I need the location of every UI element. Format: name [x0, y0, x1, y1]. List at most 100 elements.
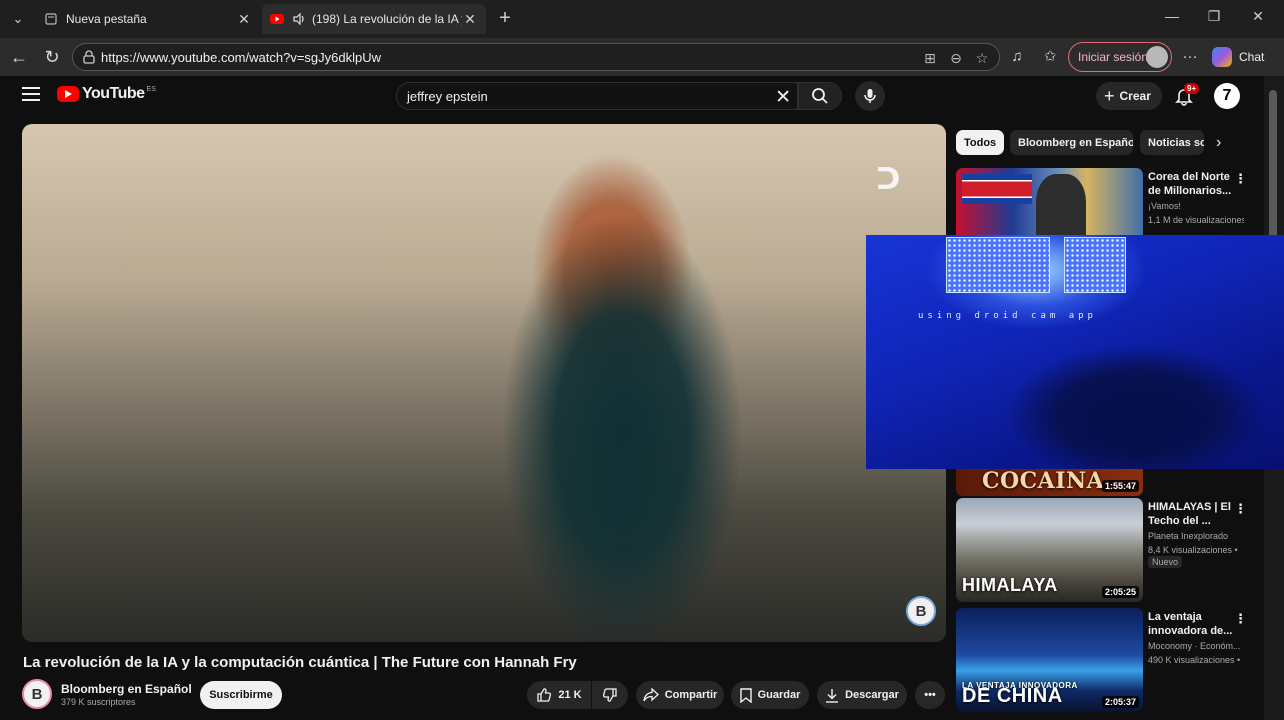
subscriber-count: 379 K suscriptores	[61, 697, 136, 707]
back-arrow-icon[interactable]: ←	[8, 46, 30, 68]
browser-toolbar: ← ↻ https://www.youtube.com/watch?v=sgJy…	[0, 38, 1284, 76]
site-info-icon[interactable]	[81, 49, 97, 65]
tab-close-icon[interactable]: ✕	[462, 11, 478, 28]
rec-channel: Planeta Inexplorado	[1148, 531, 1229, 541]
media-control-icon[interactable]: ♫	[1006, 47, 1028, 67]
share-label: Compartir	[664, 689, 718, 701]
url-text: https://www.youtube.com/watch?v=sgJy6dkl…	[101, 50, 381, 65]
channel-avatar[interactable]: B	[22, 679, 52, 709]
download-icon	[826, 688, 839, 703]
logo-country: ES	[146, 86, 156, 93]
favorite-star-icon[interactable]: ☆	[973, 49, 991, 67]
rec-title[interactable]: Corea del Norte de Millonarios...	[1148, 170, 1238, 198]
zoom-icon[interactable]: ⊖	[947, 49, 965, 67]
overlay-caption: using droid cam app	[918, 311, 1097, 321]
account-avatar[interactable]: 7	[1214, 83, 1240, 109]
channel-name[interactable]: Bloomberg en Español	[61, 682, 192, 696]
close-window-icon[interactable]: ✕	[1246, 8, 1270, 25]
tab-actions-menu-icon[interactable]: ⌄	[6, 8, 30, 30]
logo-text: YouTube	[82, 85, 145, 102]
tab-youtube-video[interactable]: (198) La revolución de la IA y ✕	[262, 4, 486, 34]
copilot-icon	[1212, 47, 1232, 67]
rec-title[interactable]: HIMALAYAS | El Techo del ...	[1148, 500, 1238, 528]
profile-avatar-icon	[1146, 46, 1168, 68]
more-options-icon[interactable]: ···	[1179, 47, 1201, 67]
channel-watermark-button[interactable]: B	[906, 596, 936, 626]
search-button[interactable]	[798, 82, 842, 110]
rec-menu-icon[interactable]: ⋮	[1234, 501, 1247, 517]
page-icon	[44, 12, 58, 26]
search-query: jeffrey epstein	[407, 89, 488, 104]
brand-watermark-icon: ᑐ	[876, 163, 901, 196]
favorites-icon[interactable]: ✩	[1039, 47, 1061, 67]
tab-close-icon[interactable]: ✕	[236, 11, 252, 28]
subscribe-button[interactable]: Suscribirme	[200, 681, 282, 709]
thumbs-up-icon	[537, 688, 552, 702]
thumbnail-text: DE CHINA	[962, 685, 1063, 707]
rec-channel: ¡Vamos!	[1148, 201, 1181, 211]
tab-title: Nueva pestaña	[66, 12, 147, 26]
thumbs-down-icon	[602, 688, 617, 702]
more-horizontal-icon: •••	[924, 689, 936, 701]
create-label: Crear	[1119, 89, 1151, 103]
rec-views: 1,1 M de visualizaciones	[1148, 215, 1244, 225]
rec-channel: Moconomy · Económ...	[1148, 641, 1241, 651]
thumbnail-text: COCAINA	[982, 468, 1105, 494]
restore-icon[interactable]: ❐	[1202, 8, 1226, 25]
sign-in-button[interactable]: Iniciar sesión	[1068, 42, 1172, 72]
create-button[interactable]: + Crear	[1096, 82, 1162, 110]
webcam-overlay[interactable]: using droid cam app	[866, 235, 1284, 469]
sign-in-label: Iniciar sesión	[1078, 50, 1149, 64]
video-player[interactable]: ᑐ B	[22, 124, 946, 642]
led-panel	[946, 237, 1050, 293]
video-thumbnail[interactable]: LA VENTAJA INNOVADORA DE CHINA 2:05:37	[956, 608, 1143, 712]
download-button[interactable]: Descargar	[817, 681, 907, 709]
dislike-button[interactable]	[592, 681, 628, 709]
app-available-icon[interactable]: ⊞	[921, 49, 939, 67]
tab-title: (198) La revolución de la IA y	[312, 12, 462, 26]
browser-tab-bar: ⌄ Nueva pestaña ✕ (198) La revolución de…	[0, 0, 1284, 38]
bookmark-icon	[739, 687, 752, 703]
new-tab-button[interactable]: +	[494, 7, 516, 31]
video-thumbnail[interactable]: COCAINA 1:55:47	[956, 468, 1143, 496]
thumbnail-text: HIMALAYA	[962, 575, 1058, 595]
speaker-icon[interactable]	[292, 12, 306, 26]
search-input[interactable]: jeffrey epstein ✕	[396, 82, 798, 110]
save-button[interactable]: Guardar	[731, 681, 809, 709]
like-button[interactable]: 21 K	[527, 681, 591, 709]
search-icon	[812, 88, 828, 104]
minimize-icon[interactable]: —	[1160, 8, 1184, 24]
notification-count-badge: 9+	[1184, 83, 1200, 94]
download-label: Descargar	[845, 689, 899, 701]
youtube-logo[interactable]: YouTube ES	[57, 85, 156, 103]
rec-menu-icon[interactable]: ⋮	[1234, 171, 1247, 187]
duration-badge: 2:05:25	[1101, 586, 1139, 598]
chevron-right-icon[interactable]: ›	[1216, 134, 1221, 152]
share-button[interactable]: Compartir	[636, 681, 724, 709]
rec-menu-icon[interactable]: ⋮	[1234, 611, 1247, 627]
list-item[interactable]: HIMALAYA 2:05:25 HIMALAYAS | El Techo de…	[956, 498, 1256, 602]
video-thumbnail[interactable]: HIMALAYA 2:05:25	[956, 498, 1143, 602]
voice-search-button[interactable]	[855, 81, 885, 111]
tab-new-tab[interactable]: Nueva pestaña ✕	[36, 4, 260, 34]
copilot-chat-button[interactable]: Chat	[1208, 43, 1274, 71]
chip-channel[interactable]: Bloomberg en Español	[1010, 130, 1133, 155]
rec-title[interactable]: La ventaja innovadora de...	[1148, 610, 1238, 638]
reload-icon[interactable]: ↻	[41, 46, 63, 68]
list-item[interactable]: LA VENTAJA INNOVADORA DE CHINA 2:05:37 L…	[956, 608, 1256, 712]
youtube-header: YouTube ES jeffrey epstein ✕ + Crear 9+ …	[0, 76, 1264, 116]
chip-news[interactable]: Noticias sobre	[1140, 130, 1204, 155]
youtube-favicon-icon	[270, 12, 284, 26]
duration-badge: 2:05:37	[1101, 696, 1139, 708]
video-title: La revolución de la IA y la computación …	[23, 654, 577, 671]
chip-all[interactable]: Todos	[956, 130, 1005, 155]
save-label: Guardar	[757, 689, 801, 701]
plus-icon: +	[1104, 85, 1115, 106]
rec-views: 8,4 K visualizaciones •	[1148, 545, 1238, 555]
youtube-play-icon	[57, 86, 79, 102]
address-bar[interactable]: https://www.youtube.com/watch?v=sgJy6dkl…	[72, 43, 1000, 71]
clear-search-icon[interactable]: ✕	[775, 86, 791, 109]
menu-icon[interactable]	[22, 87, 40, 103]
led-panel	[1064, 237, 1126, 293]
more-actions-button[interactable]: •••	[915, 681, 945, 709]
